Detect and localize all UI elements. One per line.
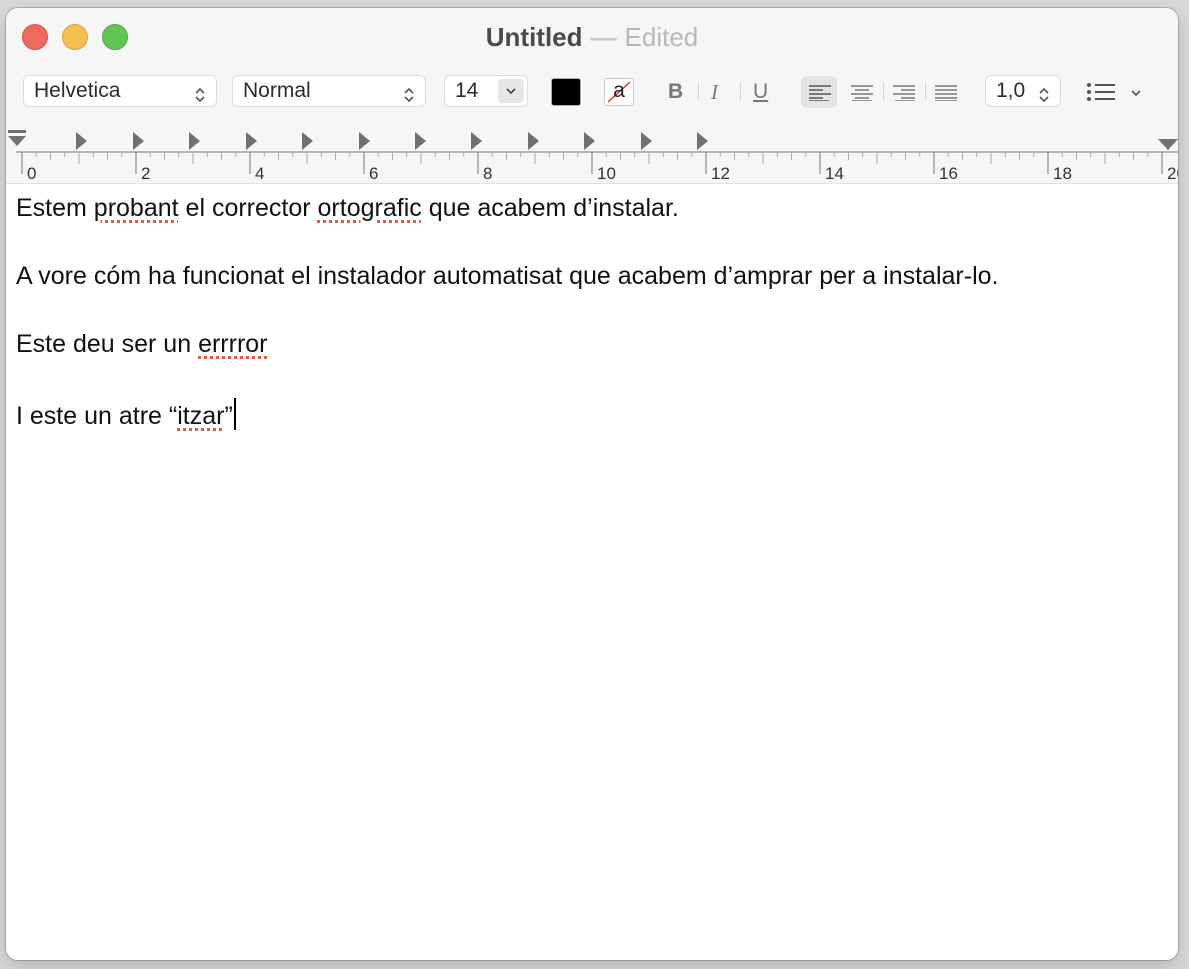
paragraph: Este deu ser un errrror <box>16 330 268 359</box>
tab-stop-marker[interactable] <box>697 132 709 150</box>
ruler-number: 6 <box>369 164 379 183</box>
tab-stop-marker[interactable] <box>640 132 652 150</box>
ruler-number: 16 <box>939 164 958 183</box>
ruler-number: 0 <box>27 164 37 183</box>
align-right-button[interactable] <box>885 76 921 108</box>
textedit-window: Untitled — Edited Helvetica Normal 14 a … <box>6 8 1178 960</box>
divider <box>740 82 741 100</box>
align-center-button[interactable] <box>843 76 879 108</box>
tab-stop-marker[interactable] <box>527 132 539 150</box>
text-run: el corrector <box>178 194 318 222</box>
text-color-well[interactable] <box>551 78 581 106</box>
right-margin-marker[interactable] <box>1158 139 1178 150</box>
align-center-icon <box>851 85 873 101</box>
misspelled-word: probant <box>93 194 179 222</box>
align-right-icon <box>893 85 915 101</box>
tab-stop-marker[interactable] <box>245 132 257 150</box>
text-run: ” <box>224 402 233 430</box>
chevron-down-icon <box>1131 90 1141 97</box>
misspelled-word: ortografic <box>317 194 422 222</box>
tab-stop-marker[interactable] <box>76 132 88 150</box>
paragraph: A vore cóm ha funcionat el instalador au… <box>16 262 998 291</box>
paragraph: I este un atre “itzar” <box>16 398 236 431</box>
chevron-down-icon[interactable] <box>498 79 524 103</box>
font-family-value: Helvetica <box>34 79 121 102</box>
highlight-color-button[interactable]: a <box>604 78 634 106</box>
title-separator: — <box>590 22 617 52</box>
window-title: Untitled — Edited <box>6 22 1178 53</box>
ruler-number: 12 <box>711 164 730 183</box>
line-spacing-select[interactable]: 1,0 <box>985 75 1061 107</box>
divider <box>925 82 926 100</box>
ruler-number: 14 <box>825 164 844 183</box>
edited-status: Edited <box>624 22 699 52</box>
text-run: I este un atre “ <box>16 402 178 430</box>
ruler-number: 4 <box>255 164 265 183</box>
divider <box>883 82 884 100</box>
ruler[interactable]: 0 2 4 6 8 10 12 14 16 18 20 <box>6 126 1178 183</box>
tab-stop-marker[interactable] <box>132 132 144 150</box>
underline-button[interactable]: U <box>753 80 768 104</box>
paragraph: Estem probant el corrector ortografic qu… <box>16 194 679 223</box>
align-left-icon <box>809 85 831 101</box>
line-spacing-value: 1,0 <box>996 79 1026 102</box>
italic-button[interactable]: I <box>711 80 718 105</box>
updown-chevron-icon <box>403 83 415 103</box>
font-style-select[interactable]: Normal <box>232 75 426 107</box>
ruler-number: 2 <box>141 164 151 183</box>
text-run: Este deu ser un <box>16 330 199 358</box>
font-style-value: Normal <box>243 79 311 102</box>
bold-button[interactable]: B <box>668 80 683 104</box>
tab-stop-marker[interactable] <box>302 132 314 150</box>
tab-stop-marker[interactable] <box>189 132 201 150</box>
updown-chevron-icon <box>1038 83 1050 103</box>
updown-chevron-icon <box>194 83 206 103</box>
tab-stop-marker[interactable] <box>471 132 483 150</box>
ruler-number: 10 <box>597 164 616 183</box>
text-run: Estem <box>16 194 94 222</box>
first-line-indent-marker[interactable] <box>8 130 26 133</box>
highlight-glyph: a <box>613 79 625 102</box>
font-family-select[interactable]: Helvetica <box>23 75 217 107</box>
divider <box>698 82 699 100</box>
tab-stop-marker[interactable] <box>584 132 596 150</box>
misspelled-word: itzar <box>177 402 225 430</box>
text-cursor <box>233 398 236 430</box>
font-size-combo[interactable]: 14 <box>444 75 528 107</box>
align-left-button[interactable] <box>801 76 837 108</box>
text-run: A vore cóm ha funcionat el instalador au… <box>16 262 999 290</box>
justify-icon <box>935 85 957 101</box>
misspelled-word: errrror <box>198 330 268 358</box>
justify-button[interactable] <box>927 76 963 108</box>
text-run: que acabem d’instalar. <box>421 194 679 222</box>
document-name: Untitled <box>485 22 583 52</box>
font-size-value: 14 <box>455 79 479 102</box>
document-text-area[interactable]: Estem probant el corrector ortografic qu… <box>6 184 1178 960</box>
left-indent-marker[interactable] <box>8 136 26 146</box>
tab-stop-marker[interactable] <box>415 132 426 150</box>
bulleted-list-icon <box>1087 83 1115 101</box>
window-chrome: Untitled — Edited Helvetica Normal 14 a … <box>6 8 1178 184</box>
list-style-button[interactable] <box>1086 80 1148 104</box>
ruler-number: 20 <box>1167 164 1178 183</box>
ruler-number: 18 <box>1053 164 1072 183</box>
tab-stop-marker[interactable] <box>358 132 370 150</box>
ruler-number: 8 <box>483 164 493 183</box>
